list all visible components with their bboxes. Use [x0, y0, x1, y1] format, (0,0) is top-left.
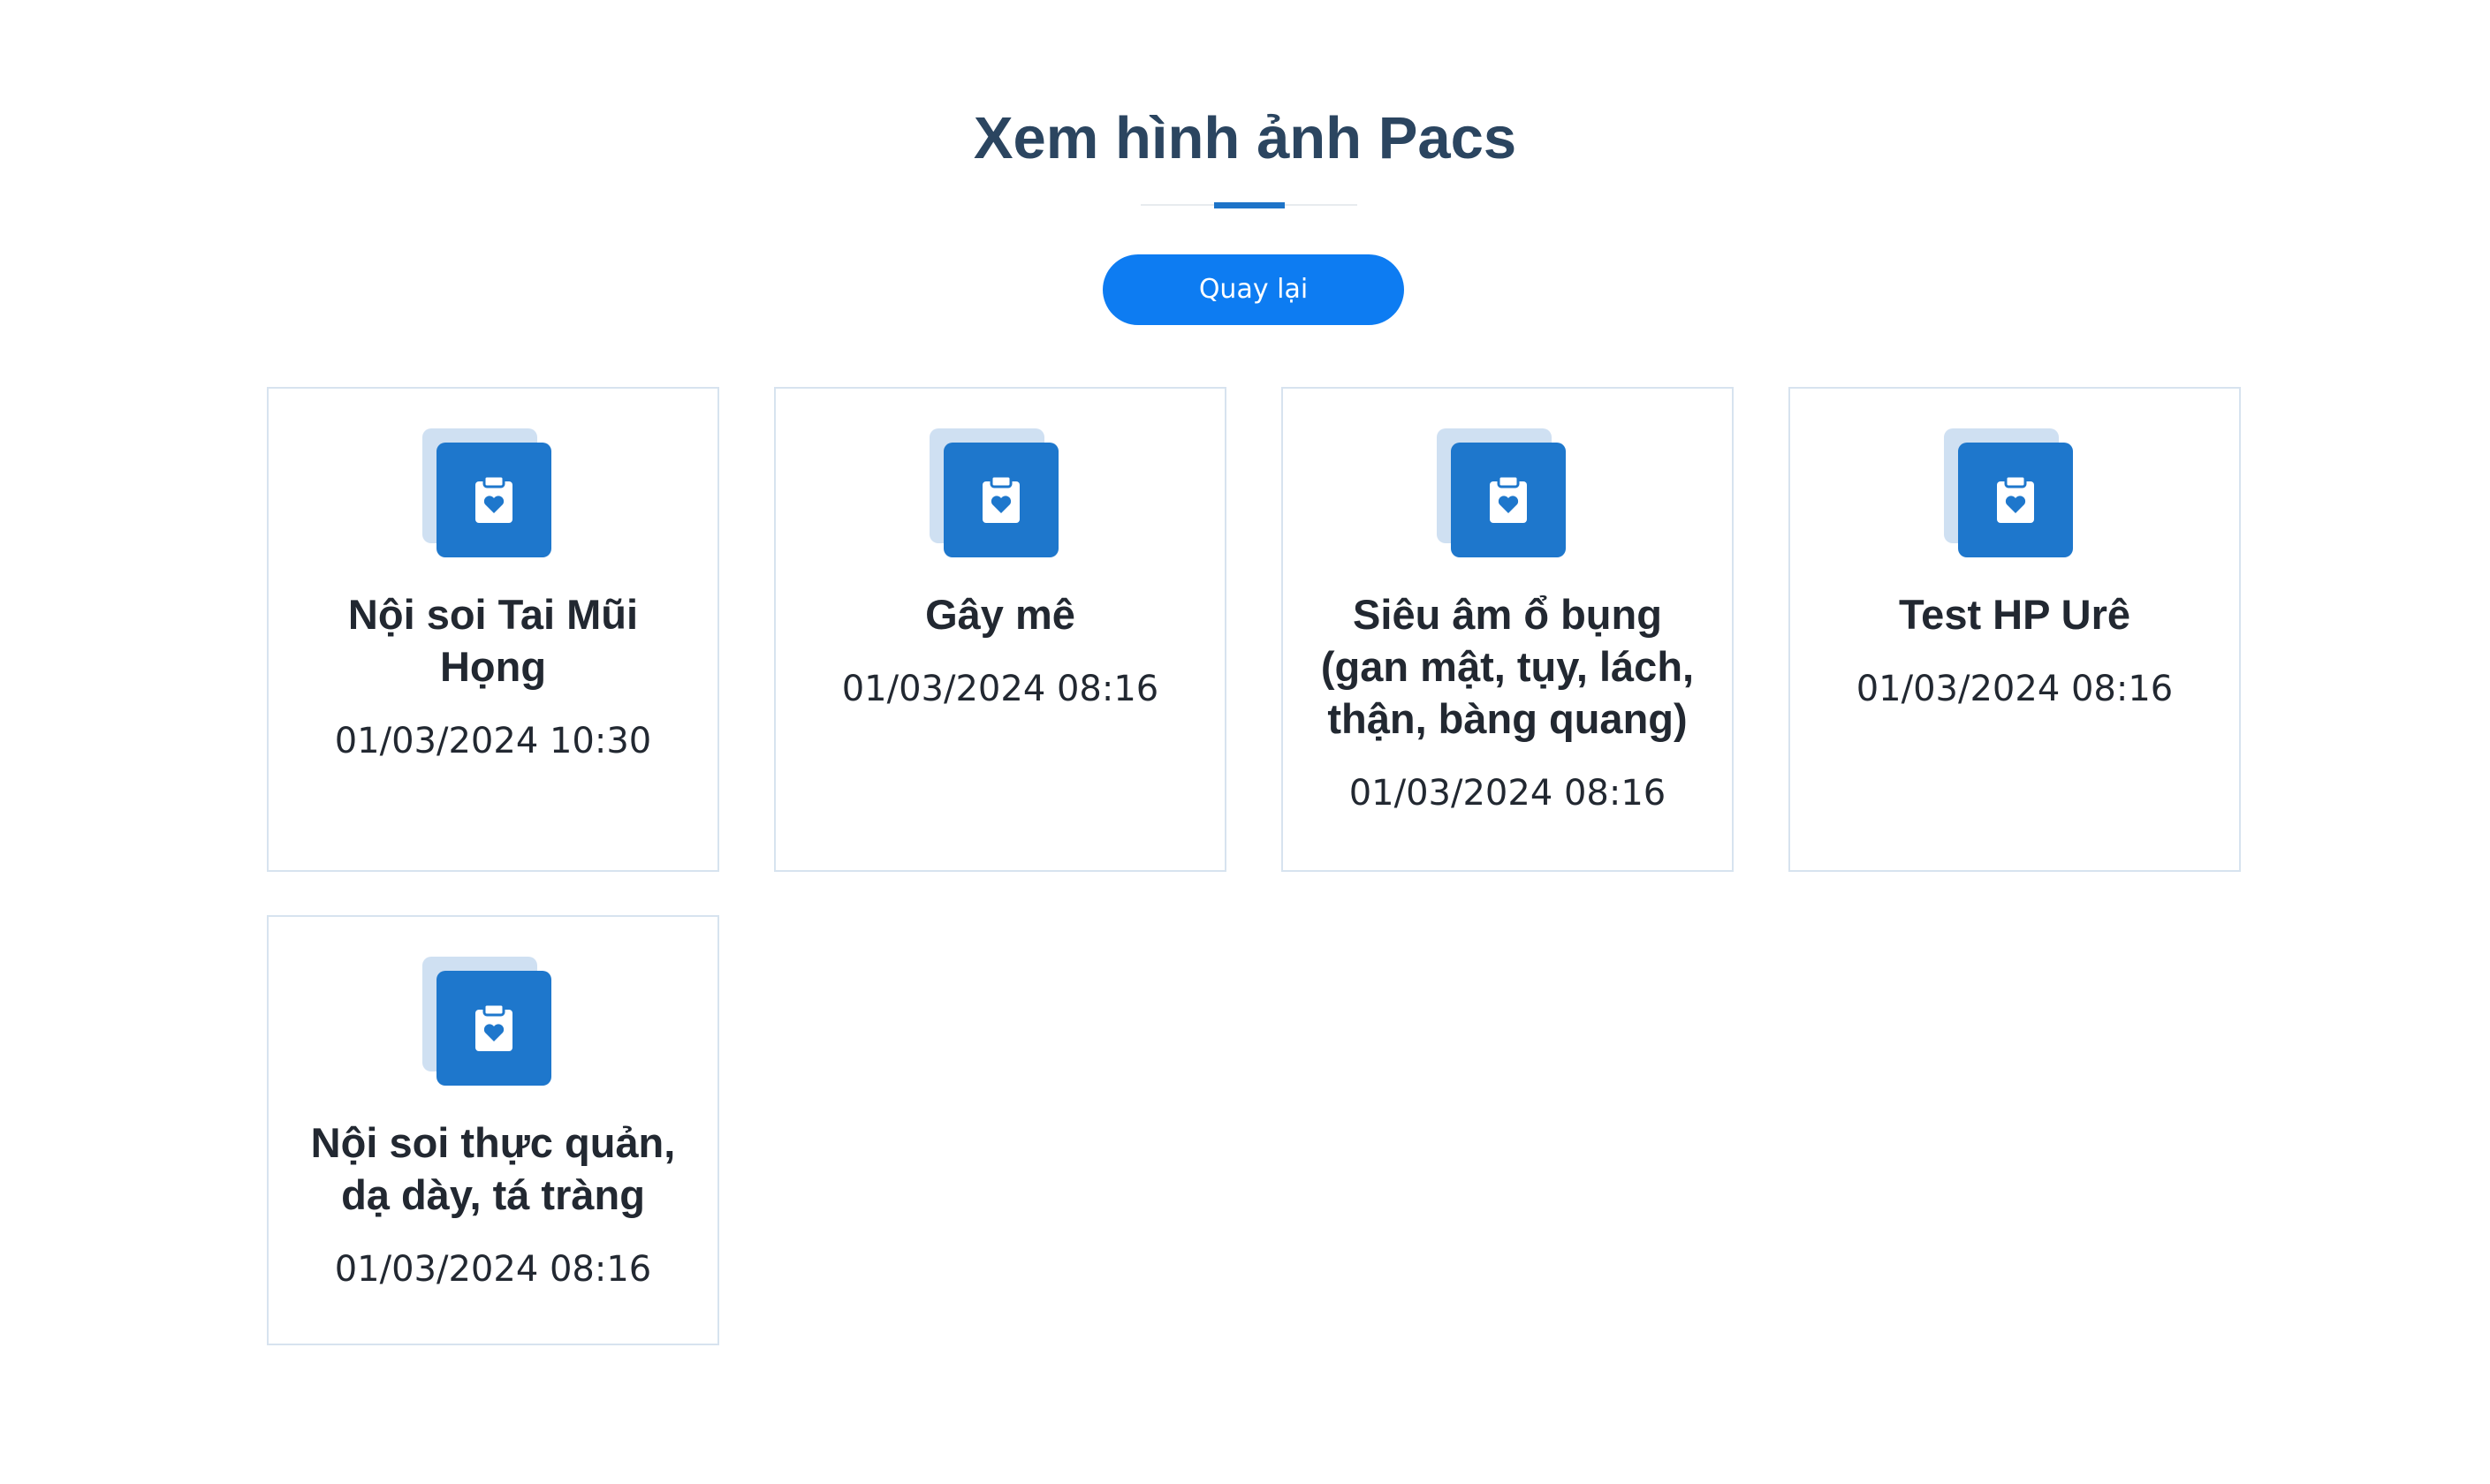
- record-title: Nội soi Tai Mũi Họng: [347, 591, 639, 690]
- record-datetime: 01/03/2024 10:30: [334, 721, 652, 761]
- record-datetime: 01/03/2024 08:16: [1348, 773, 1666, 814]
- record-card[interactable]: Test HP Urê 01/03/2024 08:16: [1788, 387, 2241, 872]
- record-datetime: 01/03/2024 08:16: [841, 669, 1159, 709]
- title-divider-accent: [1214, 202, 1285, 208]
- page-title: Xem hình ảnh Pacs: [973, 105, 1517, 171]
- record-title: Test HP Urê: [1898, 591, 2131, 638]
- record-card[interactable]: Siêu âm ổ bụng (gan mật, tụy, lách, thận…: [1281, 387, 1734, 872]
- clipboard-heart-icon: [1437, 428, 1566, 557]
- record-title: Gây mê: [925, 591, 1075, 638]
- record-title: Nội soi thực quản, dạ dày, tá tràng: [310, 1119, 676, 1218]
- record-grid: Nội soi Tai Mũi Họng 01/03/2024 10:30 Gâ…: [267, 387, 2244, 1345]
- back-button[interactable]: Quay lại: [1103, 254, 1404, 325]
- record-datetime: 01/03/2024 08:16: [334, 1249, 652, 1290]
- clipboard-heart-icon: [422, 428, 551, 557]
- record-card[interactable]: Nội soi thực quản, dạ dày, tá tràng 01/0…: [267, 915, 719, 1345]
- record-datetime: 01/03/2024 08:16: [1856, 669, 2174, 709]
- record-card[interactable]: Gây mê 01/03/2024 08:16: [774, 387, 1226, 872]
- record-card[interactable]: Nội soi Tai Mũi Họng 01/03/2024 10:30: [267, 387, 719, 872]
- clipboard-heart-icon: [422, 957, 551, 1086]
- clipboard-heart-icon: [1944, 428, 2073, 557]
- clipboard-heart-icon: [930, 428, 1059, 557]
- record-title: Siêu âm ổ bụng (gan mật, tụy, lách, thận…: [1320, 591, 1695, 742]
